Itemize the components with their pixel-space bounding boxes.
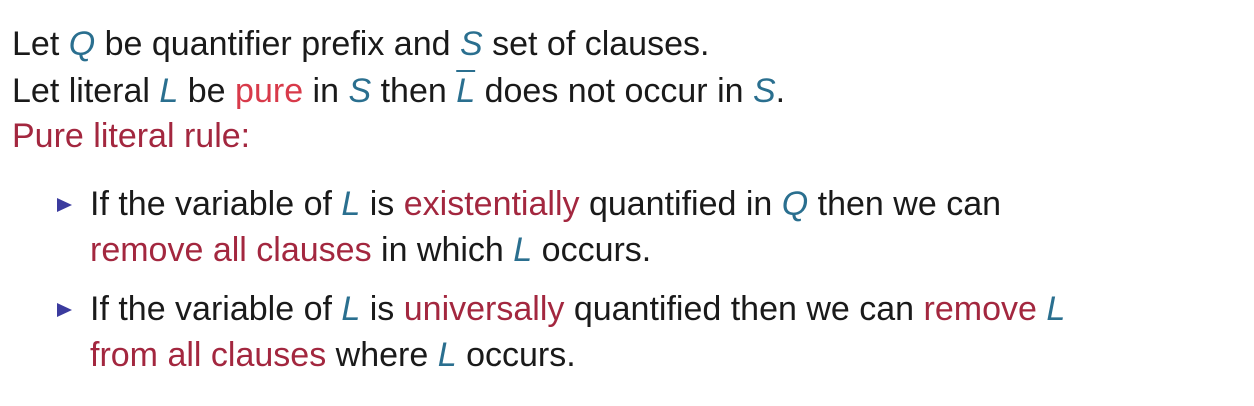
var-q: Q: [781, 185, 809, 223]
var-l: L: [341, 290, 361, 328]
text: occurs.: [532, 231, 652, 269]
intro-line-1: Let Q be quantifier prefix and S set of …: [12, 24, 709, 64]
text: be: [178, 72, 236, 110]
text: where: [326, 336, 438, 374]
bullet-item-universal: If the variable of L is universally quan…: [90, 286, 1065, 378]
keyword-universally: universally: [403, 290, 565, 328]
text: in which: [371, 231, 514, 269]
var-s: S: [459, 25, 483, 63]
text: quantified then we can: [564, 290, 924, 328]
text: then we can: [808, 185, 1002, 223]
text: set of clauses.: [482, 25, 710, 63]
triangle-right-icon: [57, 198, 72, 212]
intro-line-2: Let literal L be pure in S then L does n…: [12, 71, 785, 111]
rule-heading: Pure literal rule:: [12, 117, 251, 155]
keyword-existentially: existentially: [403, 185, 580, 223]
var-s: S: [348, 72, 372, 110]
var-l: L: [159, 72, 179, 110]
text: is: [360, 290, 404, 328]
bullet-line: from all clauses where L occurs.: [90, 332, 1065, 378]
text: be quantifier prefix and: [95, 25, 460, 63]
var-l: L: [1046, 290, 1066, 328]
keyword-remove-all-clauses: remove all clauses: [90, 231, 372, 269]
text: .: [775, 72, 786, 110]
bullet-line: If the variable of L is universally quan…: [90, 286, 1065, 332]
keyword-from-all-clauses: from all clauses: [90, 336, 327, 374]
triangle-right-icon: [57, 303, 72, 317]
slide: Let Q be quantifier prefix and S set of …: [0, 0, 1254, 406]
text: quantified in: [579, 185, 782, 223]
text: is: [360, 185, 404, 223]
var-s: S: [752, 72, 776, 110]
keyword-pure: pure: [235, 72, 304, 110]
text: does not occur in: [475, 72, 753, 110]
text: in: [303, 72, 349, 110]
text: occurs.: [456, 336, 576, 374]
text: Let literal: [12, 72, 160, 110]
bullet-line: remove all clauses in which L occurs.: [90, 227, 1001, 273]
var-l: L: [341, 185, 361, 223]
text: If the variable of: [90, 290, 342, 328]
bullet-line: If the variable of L is existentially qu…: [90, 181, 1001, 227]
keyword-remove: remove: [923, 290, 1037, 328]
text: If the variable of: [90, 185, 342, 223]
var-l: L: [513, 231, 533, 269]
text: [1037, 290, 1046, 328]
bullet-item-existential: If the variable of L is existentially qu…: [90, 181, 1001, 273]
var-l: L: [437, 336, 457, 374]
text: then: [371, 72, 457, 110]
var-l-complement: L: [456, 72, 476, 110]
var-q: Q: [68, 25, 96, 63]
text: Let: [12, 25, 69, 63]
